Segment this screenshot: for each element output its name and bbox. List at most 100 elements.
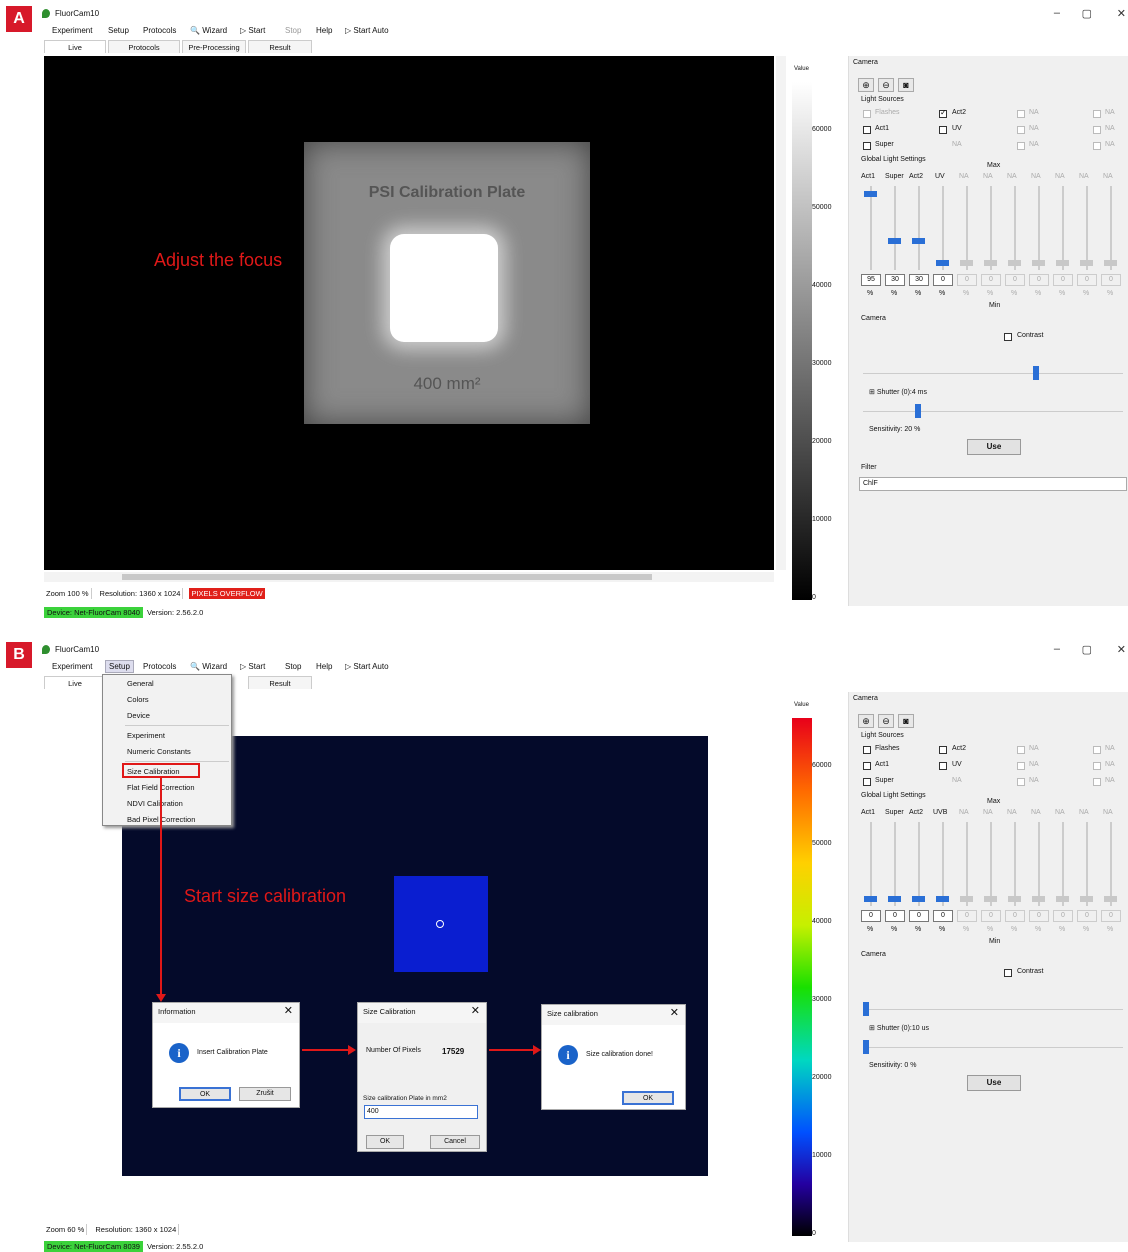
- level-input[interactable]: 0: [1029, 910, 1049, 922]
- level-slider[interactable]: [966, 822, 968, 906]
- shutter-knob[interactable]: [915, 404, 921, 418]
- slider-knob[interactable]: [1080, 896, 1093, 902]
- live-image-view[interactable]: PSI Calibration Plate 400 mm² Adjust the…: [44, 56, 774, 570]
- slider-knob[interactable]: [888, 238, 901, 244]
- level-slider[interactable]: [1086, 822, 1088, 906]
- slider-knob[interactable]: [864, 896, 877, 902]
- menu-start[interactable]: ▷ Start: [240, 26, 265, 35]
- shutter-slider[interactable]: [863, 1047, 1123, 1048]
- level-slider[interactable]: [990, 822, 992, 906]
- menu-start-auto[interactable]: ▷ Start Auto: [345, 662, 389, 671]
- tab-result[interactable]: Result: [248, 40, 312, 53]
- level-input[interactable]: 30: [909, 274, 929, 286]
- level-input[interactable]: 95: [861, 274, 881, 286]
- slider-knob[interactable]: [960, 260, 973, 266]
- level-slider[interactable]: [942, 822, 944, 906]
- level-input[interactable]: 0: [957, 274, 977, 286]
- menu-protocols[interactable]: Protocols: [143, 662, 176, 671]
- level-slider[interactable]: [1110, 822, 1112, 906]
- na-checkbox[interactable]: [1093, 778, 1101, 786]
- level-input[interactable]: 0: [1053, 910, 1073, 922]
- menu-stop[interactable]: Stop: [285, 26, 301, 35]
- level-slider[interactable]: [1038, 186, 1040, 270]
- level-input[interactable]: 0: [1077, 910, 1097, 922]
- slider-knob[interactable]: [1008, 260, 1021, 266]
- horizontal-scrollbar[interactable]: [44, 572, 774, 582]
- level-slider[interactable]: [1062, 186, 1064, 270]
- uv-checkbox[interactable]: [939, 126, 947, 134]
- slider-knob[interactable]: [912, 896, 925, 902]
- act1-checkbox[interactable]: [863, 126, 871, 134]
- contrast-checkbox[interactable]: [1004, 333, 1012, 341]
- na-checkbox[interactable]: [1017, 126, 1025, 134]
- zoom-out-icon[interactable]: ⊖: [878, 714, 894, 728]
- level-input[interactable]: 0: [981, 910, 1001, 922]
- cancel-button[interactable]: Zrušit: [239, 1087, 291, 1101]
- slider-knob[interactable]: [912, 238, 925, 244]
- zoom-in-icon[interactable]: ⊕: [858, 78, 874, 92]
- contrast-checkbox[interactable]: [1004, 969, 1012, 977]
- na-checkbox[interactable]: [1093, 762, 1101, 770]
- menu-item-colors[interactable]: Colors: [127, 695, 149, 704]
- menu-item-numeric-constants[interactable]: Numeric Constants: [127, 747, 191, 756]
- level-input[interactable]: 0: [957, 910, 977, 922]
- zoom-out-icon[interactable]: ⊖: [878, 78, 894, 92]
- menu-protocols[interactable]: Protocols: [143, 26, 176, 35]
- slider-knob[interactable]: [1104, 260, 1117, 266]
- menu-experiment[interactable]: Experiment: [52, 26, 92, 35]
- level-slider[interactable]: [1038, 822, 1040, 906]
- camera-icon[interactable]: ◙: [898, 714, 914, 728]
- ok-button[interactable]: OK: [179, 1087, 231, 1101]
- na-checkbox[interactable]: [1017, 110, 1025, 118]
- flashes-checkbox[interactable]: [863, 110, 871, 118]
- tab-live[interactable]: Live: [44, 40, 106, 53]
- level-input[interactable]: 0: [1101, 910, 1121, 922]
- tab-preprocessing[interactable]: Pre-Processing: [182, 40, 246, 53]
- dialog-close-icon[interactable]: ✕: [284, 1004, 293, 1017]
- dialog-close-icon[interactable]: ✕: [471, 1004, 480, 1017]
- slider-knob[interactable]: [984, 260, 997, 266]
- slider-knob[interactable]: [1032, 260, 1045, 266]
- act1-checkbox[interactable]: [863, 762, 871, 770]
- slider-track[interactable]: [863, 373, 1123, 374]
- level-slider[interactable]: [1086, 186, 1088, 270]
- slider-knob[interactable]: [864, 191, 877, 197]
- act2-checkbox[interactable]: [939, 746, 947, 754]
- slider-knob[interactable]: [936, 896, 949, 902]
- level-input[interactable]: 0: [1101, 274, 1121, 286]
- level-input[interactable]: 0: [1005, 910, 1025, 922]
- menu-item-general[interactable]: General: [127, 679, 154, 688]
- na-checkbox[interactable]: [1017, 746, 1025, 754]
- menu-setup[interactable]: Setup: [108, 26, 129, 35]
- menu-item-ndvi[interactable]: NDVI Calibration: [127, 799, 183, 808]
- menu-help[interactable]: Help: [316, 662, 332, 671]
- zoom-in-icon[interactable]: ⊕: [858, 714, 874, 728]
- menu-start[interactable]: ▷ Start: [240, 662, 265, 671]
- maximize-button[interactable]: ▢: [1082, 643, 1092, 656]
- use-button[interactable]: Use: [967, 1075, 1021, 1091]
- level-input[interactable]: 0: [1029, 274, 1049, 286]
- level-slider[interactable]: [894, 186, 896, 270]
- menu-setup[interactable]: Setup: [105, 660, 134, 673]
- menu-stop[interactable]: Stop: [285, 662, 301, 671]
- level-slider[interactable]: [942, 186, 944, 270]
- menu-experiment[interactable]: Experiment: [52, 662, 92, 671]
- shutter-slider[interactable]: [863, 411, 1123, 412]
- level-input[interactable]: 30: [885, 274, 905, 286]
- tab-protocols[interactable]: Protocols: [108, 40, 180, 53]
- level-input[interactable]: 0: [885, 910, 905, 922]
- slider-knob[interactable]: [960, 896, 973, 902]
- na-checkbox[interactable]: [1017, 762, 1025, 770]
- cancel-button[interactable]: Cancel: [430, 1135, 480, 1149]
- tab-camera[interactable]: Camera: [853, 695, 878, 702]
- menu-start-auto[interactable]: ▷ Start Auto: [345, 26, 389, 35]
- slider-knob[interactable]: [936, 260, 949, 266]
- slider-knob[interactable]: [984, 896, 997, 902]
- na-checkbox[interactable]: [1093, 746, 1101, 754]
- slider-knob[interactable]: [1032, 896, 1045, 902]
- slider-knob[interactable]: [1080, 260, 1093, 266]
- slider-knob[interactable]: [888, 896, 901, 902]
- level-input[interactable]: 0: [1077, 274, 1097, 286]
- level-input[interactable]: 0: [933, 274, 953, 286]
- dialog-close-icon[interactable]: ✕: [670, 1006, 679, 1019]
